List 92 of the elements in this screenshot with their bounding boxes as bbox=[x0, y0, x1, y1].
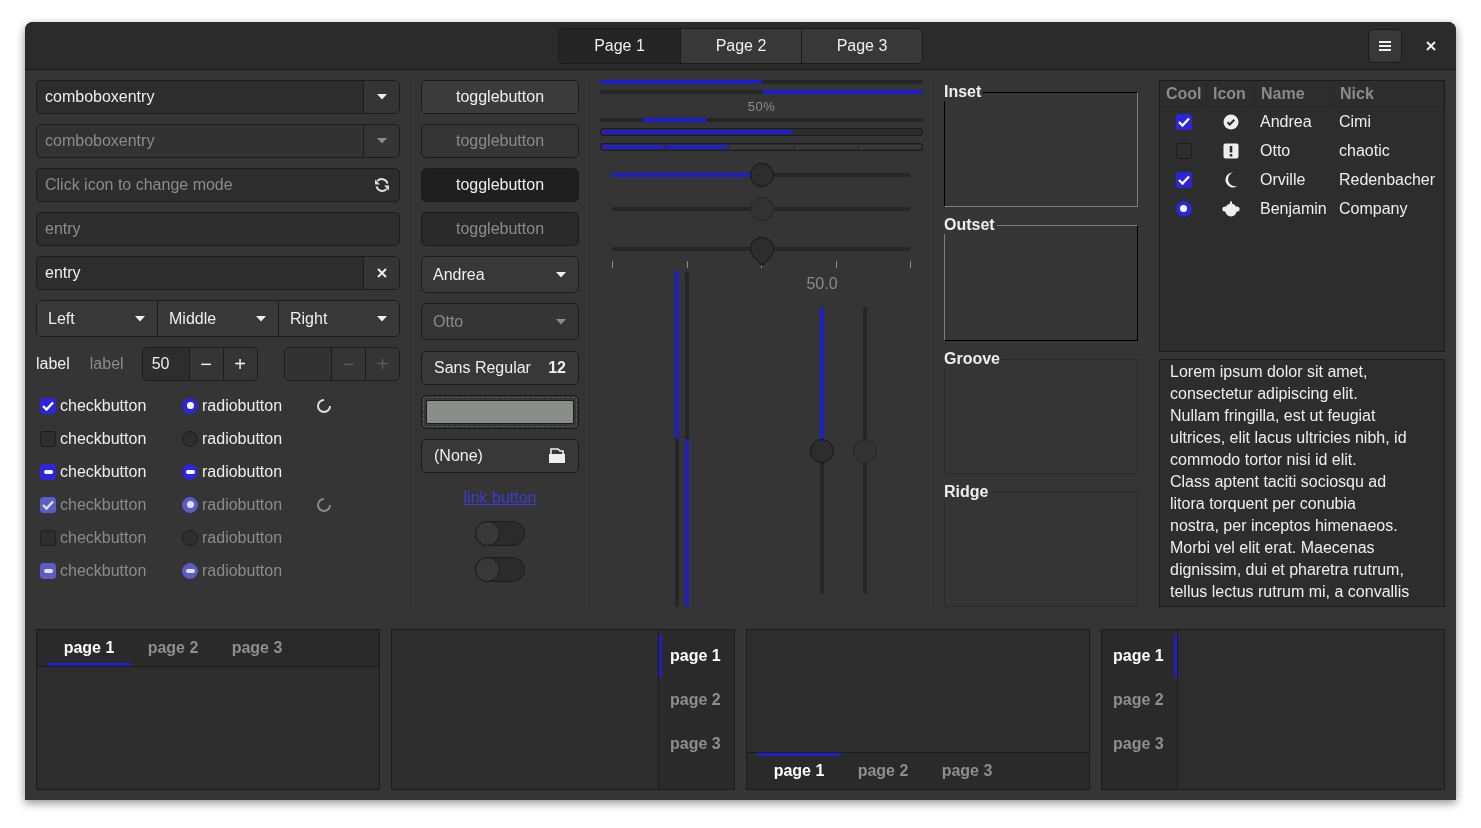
tab[interactable]: page 3 bbox=[659, 722, 734, 766]
column-header[interactable]: Icon bbox=[1207, 81, 1255, 106]
caret-icon bbox=[256, 315, 266, 322]
tab[interactable]: page 1 bbox=[1102, 634, 1177, 678]
exclamation-icon bbox=[1223, 142, 1239, 159]
check-button[interactable]: checkbutton bbox=[40, 429, 182, 448]
radio-button[interactable]: radiobutton bbox=[182, 396, 316, 415]
table-cell-text: Benjamin bbox=[1259, 199, 1328, 218]
dropdown-button[interactable]: Right bbox=[278, 301, 399, 336]
progress-text: 50% bbox=[746, 99, 777, 115]
refresh-icon[interactable] bbox=[374, 177, 390, 193]
tab[interactable]: page 2 bbox=[659, 678, 734, 722]
tick-mark bbox=[686, 261, 688, 268]
toggle-button[interactable]: togglebutton bbox=[421, 168, 579, 202]
text-input[interactable]: comboboxentry bbox=[37, 81, 363, 113]
tab[interactable]: page 2 bbox=[841, 753, 925, 789]
check-button[interactable]: checkbutton bbox=[40, 462, 182, 481]
table-cell-text: Andrea bbox=[1259, 112, 1313, 131]
close-icon bbox=[1426, 40, 1436, 51]
radio-button[interactable]: radiobutton bbox=[182, 429, 316, 448]
toggle-switch[interactable] bbox=[475, 521, 525, 546]
folder-icon bbox=[548, 448, 566, 464]
caret-icon bbox=[376, 94, 387, 100]
tab[interactable]: page 1 bbox=[47, 630, 131, 666]
frame-label: Ridge bbox=[944, 482, 991, 501]
label-text: label bbox=[36, 355, 70, 373]
checkbox[interactable] bbox=[1175, 171, 1192, 188]
spin-button[interactable]: 50 − + bbox=[141, 347, 258, 381]
text-area[interactable] bbox=[1159, 359, 1445, 607]
tick-mark bbox=[910, 261, 911, 268]
radio-indicator[interactable] bbox=[182, 463, 198, 480]
dropdown-button[interactable] bbox=[363, 81, 399, 113]
tab[interactable]: page 1 bbox=[659, 634, 734, 678]
table-cell-text: Orville bbox=[1259, 170, 1307, 189]
tab[interactable]: page 3 bbox=[215, 630, 299, 666]
clear-button[interactable] bbox=[363, 257, 399, 289]
text-field[interactable]: entry bbox=[37, 213, 399, 245]
menu-icon bbox=[1379, 40, 1391, 51]
value-label: 50.0 bbox=[806, 274, 838, 294]
table-cell-text: Redenbacher bbox=[1338, 170, 1437, 189]
slider-thumb[interactable] bbox=[749, 163, 774, 187]
column-header[interactable]: Name bbox=[1255, 81, 1334, 106]
radio-button[interactable]: radiobutton bbox=[182, 462, 316, 481]
dropdown-button[interactable]: Andrea bbox=[421, 256, 579, 293]
check-circle-icon bbox=[1223, 113, 1239, 130]
table-cell-text: Otto bbox=[1259, 141, 1292, 160]
page-tab[interactable]: Page 1 bbox=[559, 28, 680, 63]
tab[interactable]: page 3 bbox=[925, 753, 1009, 789]
toggle-switch[interactable] bbox=[475, 557, 525, 582]
tick-mark bbox=[835, 261, 837, 268]
menu-button[interactable] bbox=[1368, 28, 1402, 63]
caret-icon bbox=[135, 315, 145, 322]
increment-button[interactable]: + bbox=[222, 348, 257, 380]
table-cell-text: Company bbox=[1338, 199, 1409, 218]
table-cell-text: chaotic bbox=[1338, 141, 1391, 160]
text-field[interactable]: entry bbox=[36, 256, 400, 290]
caret-icon bbox=[556, 318, 566, 325]
radio-indicator[interactable] bbox=[182, 430, 198, 447]
page-tab[interactable]: Page 2 bbox=[680, 28, 801, 63]
table-cell-text: Cimi bbox=[1338, 112, 1372, 131]
label-text: label bbox=[89, 355, 124, 373]
checkbox[interactable] bbox=[40, 463, 56, 480]
caret-icon bbox=[377, 315, 387, 322]
tab[interactable]: page 1 bbox=[757, 753, 841, 789]
clear-icon bbox=[376, 268, 387, 278]
tab[interactable]: page 3 bbox=[1102, 722, 1177, 766]
font-button[interactable]: Sans Regular 12 bbox=[421, 351, 579, 385]
combo-entry[interactable]: comboboxentry bbox=[36, 80, 400, 114]
file-button[interactable]: (None) bbox=[421, 439, 579, 473]
column-header[interactable]: Nick bbox=[1334, 81, 1444, 106]
moon-icon bbox=[1224, 171, 1238, 188]
toggle-button[interactable]: togglebutton bbox=[421, 80, 579, 114]
radio-indicator[interactable] bbox=[1175, 200, 1192, 217]
checkbox[interactable] bbox=[40, 397, 56, 414]
tab[interactable]: page 2 bbox=[1102, 678, 1177, 722]
caret-icon bbox=[376, 138, 387, 144]
radio-indicator[interactable] bbox=[182, 397, 198, 414]
checkbox[interactable] bbox=[40, 430, 56, 447]
text-input[interactable]: entry bbox=[37, 257, 363, 289]
paragraph-text: Lorem ipsum dolor sit amet, consectetur adipiscing elit. Nullam fringilla, est ut feugiat ultrices, elit lacus ultricies nibh, id commodo tortor nisi id elit. Class aptent taciti sociosqu ad litora torquent per conubia nostra, per inceptos himenaeos. Morbi vel elit erat. Maecenas dignissim, dui et pharetra rutrum, tellus lectus rutrum mi, a convallis bbox=[1170, 362, 1411, 602]
check-button[interactable]: checkbutton bbox=[40, 396, 182, 415]
column-header[interactable]: Cool bbox=[1160, 81, 1207, 106]
frame-label: Groove bbox=[944, 349, 1002, 368]
caret-icon bbox=[556, 271, 566, 278]
slider-thumb[interactable] bbox=[810, 438, 834, 463]
frame-label: Outset bbox=[944, 216, 997, 235]
page-tab[interactable]: Page 3 bbox=[801, 28, 922, 63]
frame-label: Inset bbox=[944, 83, 984, 101]
checkbox[interactable] bbox=[1175, 113, 1192, 130]
tab[interactable]: page 2 bbox=[131, 630, 215, 666]
decrement-button[interactable]: − bbox=[188, 348, 223, 380]
animal-head-icon bbox=[1222, 200, 1240, 217]
